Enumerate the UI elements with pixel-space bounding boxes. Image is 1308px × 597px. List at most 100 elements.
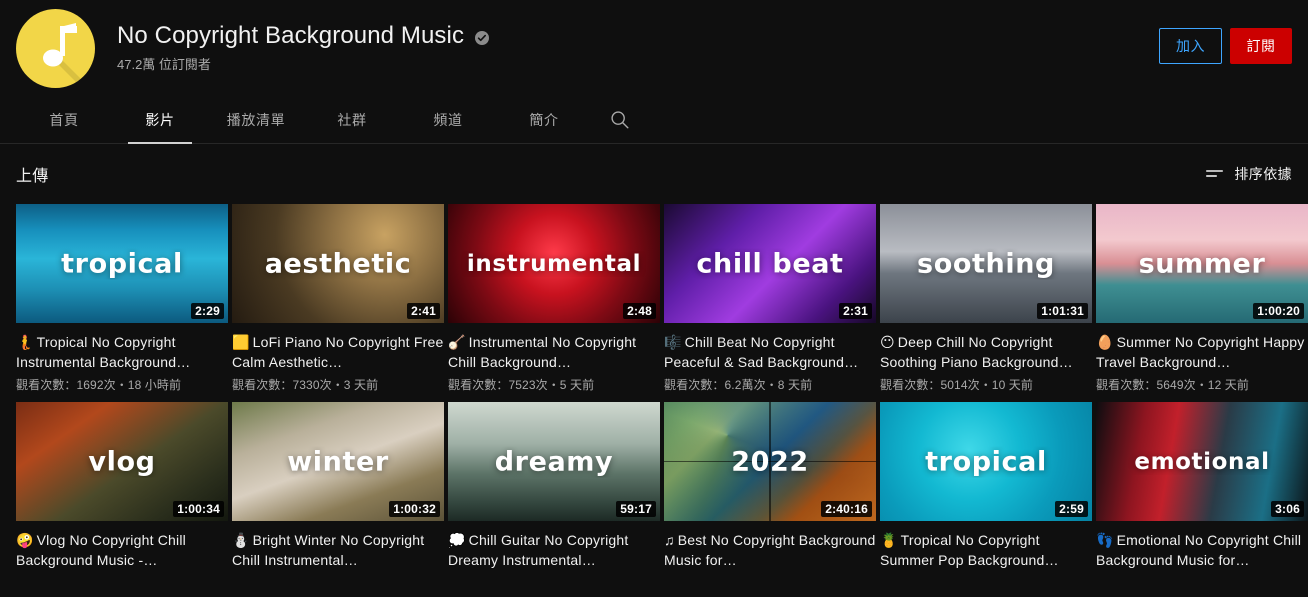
video-title-text: Vlog No Copyright Chill Background Music…: [16, 532, 186, 568]
thumbnail-text: tropical: [61, 248, 183, 279]
thumbnail-text: chill beat: [696, 248, 844, 279]
video-thumbnail[interactable]: chill beat 2:31: [664, 204, 876, 323]
video-card[interactable]: vlog 1:00:34 🤪 Vlog No Copyright Chill Ba…: [16, 402, 228, 574]
banjo-icon: 🪕: [448, 334, 466, 350]
thumbnail-text: tropical: [925, 446, 1047, 477]
video-title[interactable]: 🤪 Vlog No Copyright Chill Background Musi…: [16, 530, 228, 570]
verified-check-icon: [475, 31, 490, 45]
thumbnail-text: soothing: [917, 248, 1055, 279]
channel-info: No Copyright Background Music 47.2萬 位訂閱者: [117, 9, 490, 74]
egg-icon: 🥚: [1096, 334, 1114, 350]
subscribe-button[interactable]: 訂閱: [1230, 28, 1292, 64]
channel-tabbar: 首頁 影片 播放清單 社群 頻道 簡介: [0, 96, 1308, 144]
video-title[interactable]: 🪕 Instrumental No Copyright Chill Backgro…: [448, 332, 660, 372]
gray-face-icon: 😶: [880, 334, 895, 350]
video-card[interactable]: instrumental 2:48 🪕 Instrumental No Copyr…: [448, 204, 660, 394]
video-title-text: Deep Chill No Copyright Soothing Piano B…: [880, 334, 1073, 370]
video-meta: 觀看次數：5649次・12 天前: [1096, 378, 1249, 392]
video-title[interactable]: 🥚 Summer No Copyright Happy Travel Backgr…: [1096, 332, 1308, 372]
video-thumbnail[interactable]: aesthetic 2:41: [232, 204, 444, 323]
video-card[interactable]: tropical 2:59 🍍 Tropical No Copyright Sum…: [880, 402, 1092, 574]
music-notes-icon: ♫: [664, 532, 675, 548]
video-title[interactable]: 🧜 Tropical No Copyright Instrumental Back…: [16, 332, 228, 372]
video-title[interactable]: 🍍 Tropical No Copyright Summer Pop Backgr…: [880, 530, 1092, 570]
video-thumbnail[interactable]: instrumental 2:48: [448, 204, 660, 323]
thumbnail-text: emotional: [1134, 448, 1270, 475]
video-thumbnail[interactable]: winter 1:00:32: [232, 402, 444, 521]
video-title-text: Tropical No Copyright Instrumental Backg…: [16, 334, 191, 370]
video-title-text: Bright Winter No Copyright Chill Instrum…: [232, 532, 425, 568]
video-title-text: Instrumental No Copyright Chill Backgrou…: [448, 334, 637, 370]
music-note-icon: [43, 23, 84, 82]
sort-by-button[interactable]: 排序依據: [1205, 164, 1292, 184]
video-meta: 觀看次數：7330次・3 天前: [232, 378, 379, 392]
section-bar: 上傳 排序依據: [0, 144, 1308, 204]
video-card[interactable]: 2022 2:40:16 ♫ Best No Copyright Backgrou…: [664, 402, 876, 574]
video-duration: 3:06: [1271, 501, 1304, 517]
video-card[interactable]: chill beat 2:31 🎼 Chill Beat No Copyright…: [664, 204, 876, 394]
thought-balloon-icon: 💭: [448, 532, 466, 548]
avatar[interactable]: [16, 9, 95, 88]
video-title[interactable]: 👣 Emotional No Copyright Chill Background…: [1096, 530, 1308, 570]
video-thumbnail[interactable]: 2022 2:40:16: [664, 402, 876, 521]
tab-home[interactable]: 首頁: [16, 96, 112, 144]
join-button[interactable]: 加入: [1159, 28, 1222, 64]
video-card[interactable]: aesthetic 2:41 🟨 LoFi Piano No Copyright …: [232, 204, 444, 394]
video-thumbnail[interactable]: vlog 1:00:34: [16, 402, 228, 521]
tab-channels[interactable]: 頻道: [400, 96, 496, 144]
video-meta: 觀看次數：5014次・10 天前: [880, 378, 1033, 392]
yellow-square-icon: 🟨: [232, 334, 250, 350]
video-duration: 2:40:16: [821, 501, 872, 517]
video-meta: 觀看次數：7523次・5 天前: [448, 378, 595, 392]
page-title: No Copyright Background Music: [117, 22, 465, 49]
video-card[interactable]: summer 1:00:20 🥚 Summer No Copyright Happ…: [1096, 204, 1308, 394]
video-duration: 2:29: [191, 303, 224, 319]
video-title[interactable]: 😶 Deep Chill No Copyright Soothing Piano …: [880, 332, 1092, 372]
snowman-icon: ⛄: [232, 532, 250, 548]
video-thumbnail[interactable]: summer 1:00:20: [1096, 204, 1308, 323]
sort-by-label: 排序依據: [1234, 166, 1292, 182]
tab-about[interactable]: 簡介: [496, 96, 592, 144]
video-title[interactable]: 🎼 Chill Beat No Copyright Peaceful & Sad …: [664, 332, 876, 372]
video-title[interactable]: ♫ Best No Copyright Background Music for…: [664, 530, 876, 570]
thumbnail-text: aesthetic: [264, 248, 412, 279]
thumbnail-text: 2022: [731, 446, 809, 477]
video-title[interactable]: ⛄ Bright Winter No Copyright Chill Instru…: [232, 530, 444, 570]
video-card[interactable]: dreamy 59:17 💭 Chill Guitar No Copyright …: [448, 402, 660, 574]
musical-score-icon: 🎼: [664, 334, 682, 350]
video-title-text: Summer No Copyright Happy Travel Backgro…: [1096, 334, 1305, 370]
video-thumbnail[interactable]: tropical 2:29: [16, 204, 228, 323]
video-card[interactable]: emotional 3:06 👣 Emotional No Copyright C…: [1096, 402, 1308, 574]
video-duration: 2:59: [1055, 501, 1088, 517]
video-title[interactable]: 💭 Chill Guitar No Copyright Dreamy Instru…: [448, 530, 660, 570]
video-card[interactable]: winter 1:00:32 ⛄ Bright Winter No Copyrig…: [232, 402, 444, 574]
sort-lines-icon: [1206, 170, 1224, 177]
footprints-icon: 👣: [1096, 532, 1114, 548]
video-duration: 2:31: [839, 303, 872, 319]
video-duration: 2:41: [407, 303, 440, 319]
thumbnail-text: instrumental: [466, 250, 642, 277]
thumbnail-text: vlog: [88, 446, 156, 477]
video-duration: 1:00:20: [1253, 303, 1304, 319]
video-meta: 觀看次數：1692次・18 小時前: [16, 378, 182, 392]
tab-community[interactable]: 社群: [304, 96, 400, 144]
video-thumbnail[interactable]: dreamy 59:17: [448, 402, 660, 521]
pineapple-icon: 🍍: [880, 532, 898, 548]
video-duration: 1:00:34: [173, 501, 224, 517]
video-thumbnail[interactable]: soothing 1:01:31: [880, 204, 1092, 323]
video-thumbnail[interactable]: emotional 3:06: [1096, 402, 1308, 521]
video-title[interactable]: 🟨 LoFi Piano No Copyright Free Calm Aesth…: [232, 332, 444, 372]
video-thumbnail[interactable]: tropical 2:59: [880, 402, 1092, 521]
video-duration: 59:17: [616, 501, 656, 517]
tab-videos[interactable]: 影片: [112, 96, 208, 144]
video-title-text: Tropical No Copyright Summer Pop Backgro…: [880, 532, 1059, 568]
video-duration: 1:00:32: [389, 501, 440, 517]
video-title-text: LoFi Piano No Copyright Free Calm Aesthe…: [232, 334, 444, 370]
video-card[interactable]: tropical 2:29 🧜 Tropical No Copyright Ins…: [16, 204, 228, 394]
video-card[interactable]: soothing 1:01:31 😶 Deep Chill No Copyrigh…: [880, 204, 1092, 394]
header-actions: 加入 訂閱: [1159, 28, 1292, 64]
thumbnail-text: summer: [1138, 248, 1266, 279]
channel-header: No Copyright Background Music 47.2萬 位訂閱者…: [0, 0, 1308, 96]
tab-playlists[interactable]: 播放清單: [208, 96, 304, 144]
search-icon[interactable]: [592, 96, 648, 144]
